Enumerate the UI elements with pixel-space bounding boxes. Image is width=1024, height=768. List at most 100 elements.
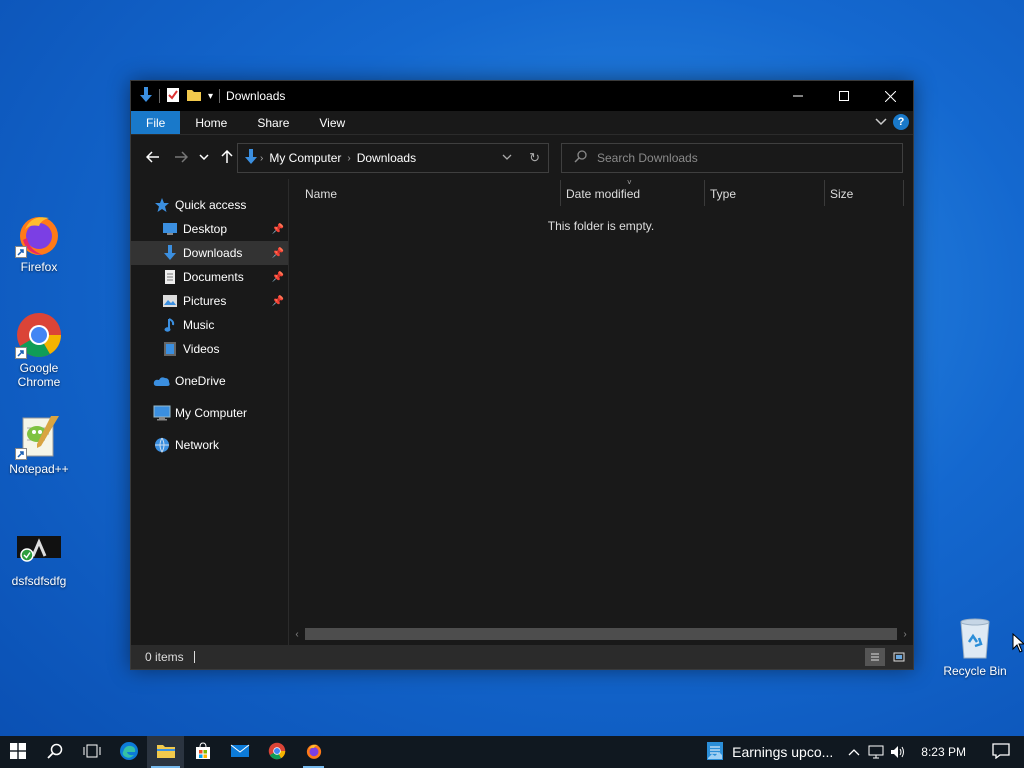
breadcrumb-my-computer[interactable]: My Computer	[269, 151, 341, 165]
desktop-icon-recycle-bin[interactable]: Recycle Bin	[937, 614, 1013, 678]
quick-access-toolbar: ▾	[131, 86, 221, 106]
sidebar-item-documents[interactable]: Documents 📌	[131, 265, 288, 289]
title-bar[interactable]: ▾ Downloads	[131, 81, 913, 111]
mail-icon	[230, 744, 250, 761]
column-header-type[interactable]: Type	[710, 187, 736, 201]
column-header-name[interactable]: Name	[305, 187, 337, 201]
pin-icon[interactable]: 📌	[272, 296, 284, 307]
search-box[interactable]	[561, 143, 903, 173]
search-button[interactable]	[36, 736, 73, 768]
sort-indicator-icon: ˅	[627, 178, 632, 187]
properties-icon[interactable]	[166, 87, 180, 106]
desktop-icon-notepadpp[interactable]: Notepad++	[1, 412, 77, 476]
file-explorer-window: ▾ Downloads File Home Share View ? › My …	[130, 80, 914, 670]
desktop-icon-firefox[interactable]: Firefox	[1, 210, 77, 274]
sidebar-item-label: Music	[183, 318, 215, 332]
taskbar-chrome[interactable]	[258, 736, 295, 768]
sidebar-item-pictures[interactable]: Pictures 📌	[131, 289, 288, 313]
sidebar-item-label: My Computer	[175, 406, 248, 420]
taskbar-firefox[interactable]	[295, 736, 332, 768]
search-icon	[46, 743, 63, 762]
volume-icon[interactable]	[887, 736, 909, 768]
sidebar-item-downloads[interactable]: Downloads 📌	[131, 241, 288, 265]
maximize-button[interactable]	[821, 81, 867, 111]
sidebar-item-label: Network	[175, 438, 220, 452]
separator	[159, 89, 160, 103]
search-icon	[574, 150, 587, 166]
task-view-button[interactable]	[73, 736, 110, 768]
horizontal-scrollbar[interactable]: ‹ ›	[289, 627, 913, 641]
sidebar-item-network[interactable]: Network	[131, 433, 288, 457]
notification-center-button[interactable]	[978, 736, 1024, 768]
separator	[193, 651, 195, 663]
show-hidden-icons-button[interactable]	[843, 736, 865, 768]
tab-file[interactable]: File	[131, 111, 181, 134]
taskbar-edge[interactable]	[110, 736, 147, 768]
recent-locations-button[interactable]	[195, 143, 213, 171]
tab-view[interactable]: View	[304, 111, 360, 134]
pin-icon[interactable]: 📌	[272, 272, 284, 283]
large-icons-view-icon[interactable]	[889, 648, 909, 666]
taskbar-store[interactable]	[184, 736, 221, 768]
document-icon	[161, 268, 179, 286]
address-dropdown-icon[interactable]	[502, 151, 512, 163]
sidebar-item-label: Desktop	[183, 222, 228, 236]
help-icon[interactable]: ?	[893, 114, 909, 130]
pin-icon[interactable]: 📌	[272, 224, 284, 235]
navigation-pane: Quick access Desktop 📌 Downloads 📌 Docum…	[131, 179, 289, 645]
desktop-icon-app[interactable]: dsfsdfsdfg	[1, 530, 77, 588]
network-tray-icon[interactable]	[865, 736, 887, 768]
item-count: 0 items	[145, 650, 184, 664]
close-button[interactable]	[867, 81, 913, 111]
chevron-right-icon[interactable]: ›	[260, 153, 263, 164]
folder-icon	[156, 743, 176, 762]
address-bar[interactable]: › My Computer › Downloads ↻	[237, 143, 549, 173]
star-icon	[153, 196, 171, 214]
sidebar-item-my-computer[interactable]: My Computer	[131, 401, 288, 425]
details-view-icon[interactable]	[865, 648, 885, 666]
downloads-icon	[161, 244, 179, 262]
pictures-icon	[161, 292, 179, 310]
column-header-date-modified[interactable]: Date modified	[566, 187, 640, 201]
back-button[interactable]	[139, 143, 167, 171]
forward-button[interactable]	[167, 143, 195, 171]
start-button[interactable]	[0, 736, 36, 768]
windows-logo-icon	[10, 742, 26, 762]
scroll-right-icon[interactable]: ›	[897, 629, 913, 640]
chrome-icon	[15, 311, 63, 359]
sidebar-item-music[interactable]: Music	[131, 313, 288, 337]
refresh-icon[interactable]: ↻	[529, 150, 540, 166]
desktop-icon-chrome[interactable]: Google Chrome	[1, 311, 77, 389]
news-icon	[706, 741, 724, 764]
sidebar-item-quick-access[interactable]: Quick access	[131, 193, 288, 217]
tab-share[interactable]: Share	[242, 111, 304, 134]
expand-ribbon-icon[interactable]	[875, 115, 887, 129]
desktop-icon-label: Notepad++	[9, 462, 69, 476]
file-list-pane[interactable]: Name ˅ Date modified Type Size This fold…	[289, 178, 913, 645]
scrollbar-thumb[interactable]	[305, 628, 897, 640]
minimize-button[interactable]	[775, 81, 821, 111]
notepadpp-icon	[15, 412, 63, 460]
taskbar-file-explorer[interactable]	[147, 736, 184, 768]
news-widget[interactable]: Earnings upco...	[696, 741, 843, 764]
new-folder-icon[interactable]	[186, 88, 202, 105]
column-divider[interactable]	[560, 180, 561, 206]
taskbar-mail[interactable]	[221, 736, 258, 768]
column-divider[interactable]	[704, 180, 705, 206]
desktop-icon-label: Firefox	[20, 260, 58, 274]
tab-home[interactable]: Home	[180, 111, 242, 134]
scroll-left-icon[interactable]: ‹	[289, 629, 305, 640]
breadcrumb-downloads[interactable]: Downloads	[357, 151, 416, 165]
sidebar-item-onedrive[interactable]: OneDrive	[131, 369, 288, 393]
qat-dropdown-icon[interactable]: ▾	[208, 91, 213, 102]
column-header-size[interactable]: Size	[830, 187, 853, 201]
column-divider[interactable]	[903, 180, 904, 206]
chevron-right-icon[interactable]: ›	[347, 153, 350, 164]
search-input[interactable]	[597, 151, 877, 165]
store-icon	[194, 741, 212, 763]
sidebar-item-desktop[interactable]: Desktop 📌	[131, 217, 288, 241]
column-divider[interactable]	[824, 180, 825, 206]
sidebar-item-videos[interactable]: Videos	[131, 337, 288, 361]
clock[interactable]: 8:23 PM	[909, 745, 978, 759]
pin-icon[interactable]: 📌	[272, 248, 284, 259]
